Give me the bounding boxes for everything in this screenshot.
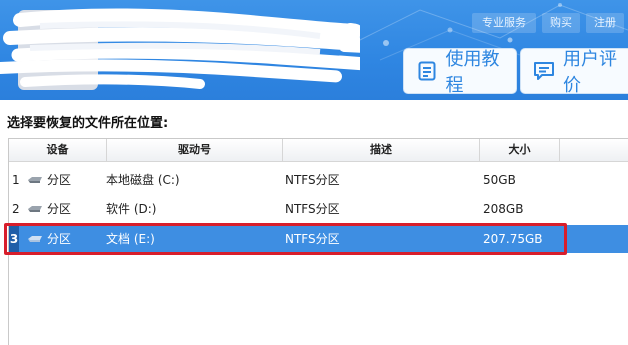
row-number: 2 (12, 202, 20, 216)
row-size: 207.75GB (483, 232, 543, 246)
purchase-link[interactable]: 购买 (542, 13, 580, 33)
row-description: NTFS分区 (285, 173, 340, 187)
column-header-description[interactable]: 描述 (283, 139, 480, 161)
review-button-label: 用户评价 (563, 49, 617, 96)
comment-icon (533, 60, 555, 82)
row-size: 208GB (483, 202, 524, 216)
app-header: 专业服务 购买 注册 使用教程 用户评价 (0, 0, 628, 100)
review-button[interactable]: 用户评价 (520, 48, 628, 96)
disk-icon (28, 236, 42, 242)
tutorial-button[interactable]: 使用教程 (403, 48, 517, 96)
table-row[interactable]: 1 分区 本地磁盘 (C:) NTFS分区 50GB (9, 166, 628, 194)
row-number: 3 (9, 225, 19, 253)
table-row-selected[interactable]: 3 分区 文档 (E:) NTFS分区 207.75GB (9, 225, 628, 253)
partition-table: 设备 驱动号 描述 大小 1 分区 本地磁盘 (C:) NTFS分区 50GB … (8, 138, 628, 345)
register-link[interactable]: 注册 (586, 13, 624, 33)
row-device: 分区 (47, 173, 72, 187)
row-drive: 文档 (E:) (106, 232, 155, 246)
table-row[interactable]: 2 分区 软件 (D:) NTFS分区 208GB (9, 195, 628, 223)
row-description: NTFS分区 (285, 232, 340, 246)
document-icon (416, 60, 438, 82)
disk-icon (28, 177, 42, 183)
row-device: 分区 (47, 232, 72, 246)
row-drive: 软件 (D:) (106, 202, 157, 216)
row-size: 50GB (483, 173, 516, 187)
row-drive: 本地磁盘 (C:) (106, 173, 180, 187)
section-title: 选择要恢复的文件所在位置: (7, 116, 169, 131)
tutorial-button-label: 使用教程 (445, 49, 500, 96)
disk-icon (28, 206, 42, 212)
row-description: NTFS分区 (285, 202, 340, 216)
row-number: 1 (12, 173, 20, 187)
row-device: 分区 (47, 202, 72, 216)
professional-service-link[interactable]: 专业服务 (472, 13, 536, 33)
table-header: 设备 驱动号 描述 大小 (9, 139, 628, 162)
column-header-size[interactable]: 大小 (480, 139, 560, 161)
column-header-drive[interactable]: 驱动号 (107, 139, 283, 161)
redacted-logo-scribble (0, 8, 360, 90)
top-links: 专业服务 购买 注册 (472, 13, 624, 33)
column-header-device[interactable]: 设备 (9, 139, 107, 161)
